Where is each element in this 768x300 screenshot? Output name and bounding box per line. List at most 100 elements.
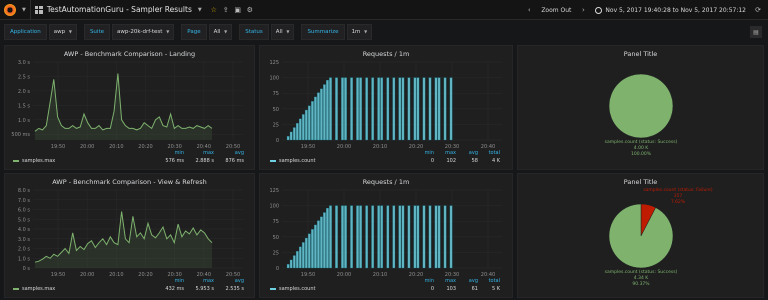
y-tick-label: 4.0 s: [18, 227, 31, 233]
bar: [422, 205, 426, 269]
bar: [416, 205, 420, 269]
time-range-picker[interactable]: Nov 5, 2017 19:40:28 to Nov 5, 2017 20:5…: [595, 6, 746, 14]
y-tick-label: 2.0 s: [18, 247, 31, 253]
bar: [326, 79, 329, 141]
y-tick-label: 500 ms: [11, 132, 30, 138]
x-tick-label: 19:50: [301, 272, 315, 278]
bar: [449, 77, 453, 141]
bar: [329, 205, 332, 269]
legend-swatch: [13, 160, 19, 162]
bar: [311, 229, 314, 269]
stat-header: total: [488, 278, 500, 284]
legend-stats: min max avg 576 ms 2.888 s 876 ms: [162, 150, 244, 164]
bar: [377, 77, 381, 141]
stat-value: 2.888 s: [195, 158, 214, 164]
variable-select-suite[interactable]: awp-20k-drf-test ▼: [111, 24, 175, 40]
pie-slice: [608, 203, 674, 269]
variable-select-status[interactable]: All ▼: [270, 24, 295, 40]
bar: [413, 205, 417, 269]
x-tick-label: 20:10: [373, 272, 387, 278]
stat-value: 876 ms: [225, 158, 244, 164]
stat-header: avg: [468, 278, 478, 284]
grafana-logo[interactable]: [0, 0, 20, 20]
y-tick-label: 75: [273, 219, 279, 225]
x-tick-label: 20:20: [138, 144, 152, 150]
variable-label-summarize: Summarize: [301, 24, 345, 40]
y-tick-label: 125: [269, 60, 279, 66]
bar: [359, 77, 362, 141]
legend-swatch: [270, 288, 276, 290]
legend-item[interactable]: samples.max: [13, 158, 55, 164]
bar: [449, 205, 453, 269]
stat-header: max: [445, 278, 456, 284]
y-tick-label: 0: [276, 266, 279, 272]
stat-header: avg: [234, 150, 244, 156]
bar: [301, 114, 305, 141]
stat-header: max: [203, 278, 214, 284]
bar: [437, 205, 441, 269]
bar: [359, 205, 362, 269]
x-tick-label: 19:50: [301, 144, 315, 150]
x-tick-label: 20:10: [109, 144, 123, 150]
series-line: [34, 73, 213, 132]
x-tick-label: 20:10: [109, 272, 123, 278]
stat-value: 102: [446, 158, 456, 164]
bar: [386, 205, 390, 269]
dashboard-picker[interactable]: TestAutomationGuru - Sampler Results ▼: [34, 5, 202, 14]
chevron-right-icon[interactable]: ›: [577, 6, 589, 14]
zoom-out-button[interactable]: Zoom Out: [541, 7, 571, 14]
variable-value: All: [275, 29, 283, 35]
x-tick-label: 20:00: [80, 144, 94, 150]
bar: [320, 88, 323, 141]
legend-item[interactable]: samples.count: [270, 158, 315, 164]
share-icon[interactable]: ⇪: [220, 6, 232, 14]
variable-select-page[interactable]: All ▼: [208, 24, 233, 40]
bar: [298, 246, 302, 269]
stat-value: 0: [430, 286, 434, 292]
legend-item[interactable]: samples.max: [13, 286, 55, 292]
y-tick-label: 25: [273, 122, 279, 128]
bar: [398, 205, 402, 269]
bar: [392, 205, 396, 269]
stat-value: 576 ms: [165, 158, 184, 164]
chevron-down-icon: ▼: [286, 29, 290, 34]
pie-slice: [608, 73, 674, 139]
bar: [341, 77, 344, 141]
bar: [407, 205, 411, 269]
bar: [413, 77, 417, 141]
row-settings-icon[interactable]: ▤: [750, 26, 762, 38]
y-tick-label: 1.0 s: [18, 256, 31, 262]
chevron-down-icon: ▼: [166, 29, 170, 34]
bar: [292, 255, 296, 269]
bar: [289, 131, 293, 141]
variable-label-status: Status: [239, 24, 269, 40]
save-icon[interactable]: ▣: [232, 6, 244, 14]
dashboard-title: TestAutomationGuru - Sampler Results: [46, 5, 192, 14]
refresh-icon[interactable]: ⟳: [752, 6, 764, 14]
bar: [289, 259, 293, 269]
x-tick-label: 20:00: [337, 144, 351, 150]
bar: [434, 77, 438, 141]
template-variables-bar: Application awp ▼ Suite awp-20k-drf-test…: [0, 21, 768, 43]
y-tick-label: 100: [269, 76, 279, 82]
variable-label-suite: Suite: [83, 24, 110, 40]
bar: [335, 77, 338, 141]
chevron-left-icon[interactable]: ‹: [523, 6, 535, 14]
panel-requests-1: Requests / 1m 0 25 50 75 100 125 19:50 20:00 20:…: [259, 45, 513, 170]
bar: [392, 77, 396, 141]
time-range-label: Nov 5, 2017 19:40:28 to Nov 5, 2017 20:5…: [605, 6, 746, 14]
variable-select-application[interactable]: awp ▼: [48, 24, 77, 40]
chevron-down-icon: ▼: [197, 6, 202, 13]
legend-stats: min max avg total 0 103 61 5 K: [420, 278, 500, 292]
variable-select-summarize[interactable]: 1m ▼: [346, 24, 373, 40]
y-tick-label: 7.0 s: [18, 198, 31, 204]
legend-item[interactable]: samples.count: [270, 286, 315, 292]
gear-icon[interactable]: ⚙: [244, 6, 256, 14]
bar: [434, 205, 438, 269]
bar: [428, 205, 432, 269]
chevron-down-icon: ▼: [224, 29, 228, 34]
star-icon[interactable]: ☆: [208, 6, 220, 14]
logo-caret-icon[interactable]: ▼: [22, 7, 26, 13]
y-tick-label: 1.5 s: [18, 103, 31, 109]
stat-header: avg: [468, 150, 478, 156]
